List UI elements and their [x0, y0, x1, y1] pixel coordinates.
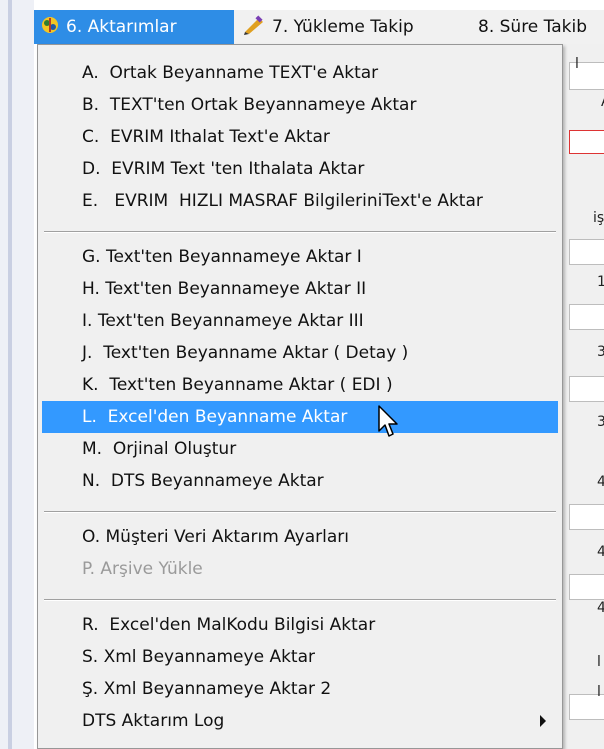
transfer-icon	[40, 15, 60, 40]
bg-label: l	[575, 56, 579, 72]
menu-sure-takip-label: 8. Süre Takib	[478, 17, 588, 37]
aktarimlar-dropdown-menu: A. Ortak Beyanname TEXT'e Aktar B. TEXT'…	[37, 44, 563, 749]
menu-item-label: E. EVRIM HIZLI MASRAF BilgileriniText'e …	[82, 191, 483, 211]
menu-aktarimlar-label: 6. Aktarımlar	[66, 17, 177, 37]
bg-field	[569, 376, 604, 402]
submenu-arrow-icon	[540, 715, 546, 727]
menu-separator	[44, 231, 556, 233]
menu-yukleme-takip-label: 7. Yükleme Takip	[272, 17, 414, 37]
menu-item-r[interactable]: R. Excel'den MalKodu Bilgisi Aktar	[42, 609, 558, 641]
background-window: l A iş 1 3 3 4 4 4 l l	[562, 44, 604, 749]
menu-item-l[interactable]: L. Excel'den Beyanname Aktar	[42, 401, 558, 433]
menu-item-label: C. EVRIM Ithalat Text'e Aktar	[82, 127, 330, 147]
menu-separator	[44, 511, 556, 513]
menu-item-label: A. Ortak Beyanname TEXT'e Aktar	[82, 63, 379, 83]
menu-item-o[interactable]: O. Müşteri Veri Aktarım Ayarları	[42, 521, 558, 553]
menu-item-e[interactable]: E. EVRIM HIZLI MASRAF BilgileriniText'e …	[42, 185, 558, 217]
bg-label: 3	[597, 414, 604, 430]
bg-field	[569, 574, 604, 600]
menu-bar: 6. Aktarımlar 7. Yükleme Takip 8. Süre T…	[34, 10, 604, 44]
menu-item-k[interactable]: K. Text'ten Beyanname Aktar ( EDI )	[42, 369, 558, 401]
menu-item-label: N. DTS Beyannameye Aktar	[82, 471, 324, 491]
menu-item-j[interactable]: J. Text'ten Beyanname Aktar ( Detay )	[42, 337, 558, 369]
menu-item-b[interactable]: B. TEXT'ten Ortak Beyannameye Aktar	[42, 89, 558, 121]
menu-item-label: B. TEXT'ten Ortak Beyannameye Aktar	[82, 95, 417, 115]
bg-label: l	[597, 654, 601, 670]
menu-item-label: O. Müşteri Veri Aktarım Ayarları	[82, 527, 349, 547]
menu-item-s2[interactable]: Ş. Xml Beyannameye Aktar 2	[42, 673, 558, 705]
pen-icon	[242, 14, 266, 40]
bg-field	[569, 239, 604, 265]
menu-item-label: J. Text'ten Beyanname Aktar ( Detay )	[82, 343, 409, 363]
menu-item-label: S. Xml Beyannameye Aktar	[82, 647, 315, 667]
menu-item-p: P. Arşive Yükle	[42, 553, 558, 585]
menu-item-label: P. Arşive Yükle	[82, 559, 203, 579]
bg-label: 1	[597, 274, 604, 290]
bg-label: 4	[597, 474, 604, 490]
menu-item-label: L. Excel'den Beyanname Aktar	[82, 407, 348, 427]
menu-item-d[interactable]: D. EVRIM Text 'ten Ithalata Aktar	[42, 153, 558, 185]
menu-item-label: K. Text'ten Beyanname Aktar ( EDI )	[82, 375, 393, 395]
bg-label: 4	[597, 600, 604, 616]
menu-yukleme-takip[interactable]: 7. Yükleme Takip	[238, 10, 464, 44]
menu-item-n[interactable]: N. DTS Beyannameye Aktar	[42, 465, 558, 497]
menu-item-label: R. Excel'den MalKodu Bilgisi Aktar	[82, 615, 376, 635]
menu-item-dts-log[interactable]: DTS Aktarım Log	[42, 705, 558, 737]
menu-item-label: I. Text'ten Beyannameye Aktar III	[82, 311, 364, 331]
bg-label: iş	[593, 210, 604, 226]
mouse-cursor-icon	[378, 405, 398, 437]
menu-item-i[interactable]: I. Text'ten Beyannameye Aktar III	[42, 305, 558, 337]
menu-item-g[interactable]: G. Text'ten Beyannameye Aktar I	[42, 241, 558, 273]
bg-field	[569, 130, 604, 154]
menu-item-label: DTS Aktarım Log	[82, 711, 225, 731]
bg-field	[569, 304, 604, 330]
menu-item-a[interactable]: A. Ortak Beyanname TEXT'e Aktar	[42, 57, 558, 89]
bg-label: 4	[597, 544, 604, 560]
menu-item-label: H. Text'ten Beyannameye Aktar II	[82, 279, 367, 299]
bg-label: l	[597, 684, 601, 700]
menu-item-m[interactable]: M. Orjinal Oluştur	[42, 433, 558, 465]
menu-item-label: Ş. Xml Beyannameye Aktar 2	[82, 679, 332, 699]
menu-item-c[interactable]: C. EVRIM Ithalat Text'e Aktar	[42, 121, 558, 153]
bg-label: 3	[597, 344, 604, 360]
menu-item-h[interactable]: H. Text'ten Beyannameye Aktar II	[42, 273, 558, 305]
menu-separator	[44, 599, 556, 601]
menu-sure-takip[interactable]: 8. Süre Takib	[478, 10, 604, 44]
menu-item-label: D. EVRIM Text 'ten Ithalata Aktar	[82, 159, 365, 179]
bg-field	[569, 504, 604, 530]
left-window-frame	[0, 0, 34, 749]
left-frame-border	[8, 0, 12, 749]
menu-item-label: M. Orjinal Oluştur	[82, 439, 237, 459]
menu-item-s[interactable]: S. Xml Beyannameye Aktar	[42, 641, 558, 673]
menu-item-label: G. Text'ten Beyannameye Aktar I	[82, 247, 362, 267]
menu-aktarimlar[interactable]: 6. Aktarımlar	[34, 10, 234, 44]
